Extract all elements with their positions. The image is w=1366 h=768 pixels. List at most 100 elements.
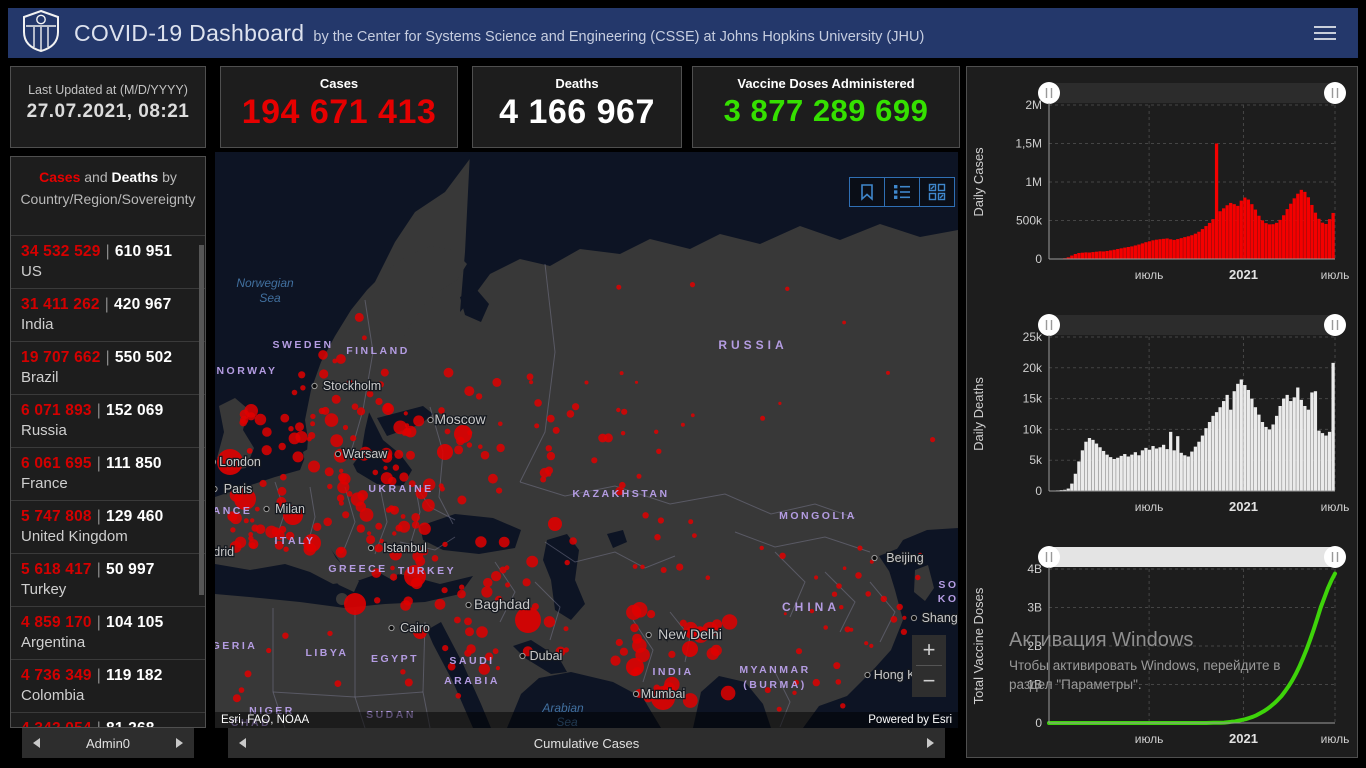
country-list-title: Cases and Deaths by Country/Region/Sover…: [11, 157, 205, 216]
next-arrow-icon[interactable]: [176, 738, 183, 748]
daily-deaths-chart: июль 2021 июль 0 5k 10k 15k 20k 25k Daily Deaths: [967, 299, 1357, 529]
svg-text:NORWAY: NORWAY: [216, 365, 277, 377]
daily-cases-plot[interactable]: июль 2021 июль 0 500k 1M 1,5M 2M Daily Cases: [967, 67, 1357, 297]
daily-cases-chart: июль 2021 июль 0 500k 1M 1,5M 2M Daily Cases: [967, 67, 1357, 297]
title-cases-word: Cases: [39, 169, 81, 185]
svg-text:GREECE: GREECE: [328, 563, 387, 575]
list-item[interactable]: 31 411 262 | 420 967 India: [11, 288, 205, 341]
jhu-logo-icon: [22, 9, 60, 57]
bookmarks-button[interactable]: [849, 177, 885, 207]
svg-text:Beijing: Beijing: [886, 551, 924, 565]
list-item[interactable]: 6 071 893 | 152 069 Russia: [11, 394, 205, 447]
svg-text:SWEDEN: SWEDEN: [272, 339, 333, 351]
svg-text:ARABIA: ARABIA: [444, 675, 500, 687]
range-slider-handle[interactable]: [1324, 314, 1346, 336]
svg-text:(BURMA): (BURMA): [743, 679, 807, 691]
svg-text:LIBYA: LIBYA: [305, 647, 348, 659]
svg-text:Norwegian: Norwegian: [236, 276, 294, 290]
list-item[interactable]: 4 859 170 | 104 105 Argentina: [11, 606, 205, 659]
list-item[interactable]: 5 618 417 | 50 997 Turkey: [11, 553, 205, 606]
app-header: COVID-19 Dashboard by the Center for Sys…: [8, 8, 1358, 58]
svg-text:июль: июль: [1135, 732, 1164, 746]
prev-arrow-icon[interactable]: [239, 738, 246, 748]
last-updated-value: 27.07.2021, 08:21: [26, 101, 190, 122]
svg-text:RUSSIA: RUSSIA: [718, 338, 787, 352]
total-vaccine-doses-chart: июль 2021 июль 0 1B 2B 3B 4B Total Vaccine Doses: [967, 531, 1357, 761]
svg-text:KOREA: KOREA: [938, 593, 958, 605]
svg-text:Istanbul: Istanbul: [383, 541, 427, 555]
daily-deaths-plot[interactable]: июль 2021 июль 0 5k 10k 15k 20k 25k Daily Deaths: [967, 299, 1357, 529]
svg-text:25k: 25k: [1023, 330, 1043, 344]
svg-text:июль: июль: [1321, 500, 1350, 514]
svg-text:TURKEY: TURKEY: [398, 565, 456, 577]
prev-arrow-icon[interactable]: [33, 738, 40, 748]
zoom-out-button[interactable]: −: [912, 666, 946, 696]
svg-text:2M: 2M: [1025, 98, 1042, 112]
svg-text:Cairo: Cairo: [400, 621, 430, 635]
map-toolbar: [849, 177, 955, 207]
list-item[interactable]: 4 736 349 | 119 182 Colombia: [11, 659, 205, 712]
svg-text:0: 0: [1035, 252, 1042, 266]
range-slider-handle[interactable]: [1324, 546, 1346, 568]
list-item[interactable]: 6 061 695 | 111 850 France: [11, 447, 205, 500]
svg-text:0: 0: [1035, 716, 1042, 730]
svg-text:4B: 4B: [1027, 562, 1042, 576]
svg-text:500k: 500k: [1016, 214, 1043, 228]
title-deaths-word: Deaths: [111, 169, 159, 185]
svg-text:EGYPT: EGYPT: [371, 653, 419, 665]
svg-text:SAUDI: SAUDI: [449, 655, 494, 667]
svg-text:Madrid: Madrid: [215, 545, 234, 559]
svg-text:Milan: Milan: [275, 502, 305, 516]
zoom-in-button[interactable]: +: [912, 635, 946, 665]
menu-button[interactable]: [1314, 26, 1336, 40]
svg-text:FRANCE: FRANCE: [215, 505, 252, 517]
charts-panel: июль 2021 июль 0 500k 1M 1,5M 2M Daily Cases июл…: [966, 66, 1358, 758]
country-list: 34 532 529 | 610 951 US 31 411 262 | 420 967 In…: [11, 235, 205, 727]
last-updated-label: Last Updated at (M/D/YYYY): [28, 83, 188, 97]
attribution-text: Esri, FAO, NOAA: [221, 714, 310, 726]
vaccine-panel: Vaccine Doses Administered 3 877 289 699: [692, 66, 960, 148]
map-layer-label: Cumulative Cases: [533, 735, 640, 751]
svg-text:UKRAINE: UKRAINE: [368, 483, 433, 495]
last-updated-panel: Last Updated at (M/D/YYYY) 27.07.2021, 0…: [10, 66, 206, 148]
list-item[interactable]: 5 747 808 | 129 460 United Kingdom: [11, 500, 205, 553]
map-attribution: Esri, FAO, NOAA Powered by Esri: [215, 712, 958, 728]
list-item[interactable]: 34 532 529 | 610 951 US: [11, 235, 205, 288]
svg-text:5k: 5k: [1029, 453, 1043, 467]
legend-button[interactable]: [884, 177, 920, 207]
svg-text:KAZAKHSTAN: KAZAKHSTAN: [572, 488, 669, 500]
range-slider-handle[interactable]: [1324, 82, 1346, 104]
svg-text:июль: июль: [1135, 268, 1164, 282]
next-arrow-icon[interactable]: [927, 738, 934, 748]
svg-text:New Delhi: New Delhi: [658, 626, 722, 642]
svg-text:MYANMAR: MYANMAR: [739, 664, 810, 676]
svg-text:10k: 10k: [1023, 422, 1043, 436]
svg-text:20k: 20k: [1023, 361, 1043, 375]
map-layer-pager[interactable]: Cumulative Cases: [228, 728, 945, 758]
map-zoom-control: + −: [912, 635, 946, 697]
svg-text:CHINA: CHINA: [782, 600, 840, 614]
svg-text:2021: 2021: [1229, 267, 1258, 282]
svg-text:июль: июль: [1321, 732, 1350, 746]
total-vaccine-doses-plot[interactable]: июль 2021 июль 0 1B 2B 3B 4B Total Vaccine Doses: [967, 531, 1357, 761]
svg-text:2021: 2021: [1229, 499, 1258, 514]
basemap-button[interactable]: [919, 177, 955, 207]
svg-text:Mumbai: Mumbai: [641, 687, 685, 701]
svg-text:Baghdad: Baghdad: [474, 596, 530, 612]
vaccine-label: Vaccine Doses Administered: [737, 76, 915, 91]
svg-text:0: 0: [1035, 484, 1042, 498]
svg-text:1M: 1M: [1025, 175, 1042, 189]
list-item[interactable]: 19 707 662 | 550 502 Brazil: [11, 341, 205, 394]
cases-value: 194 671 413: [241, 93, 437, 131]
svg-text:MONGOLIA: MONGOLIA: [779, 510, 857, 522]
list-item[interactable]: 4 342 054|81 268Spain: [11, 712, 205, 727]
svg-text:FINLAND: FINLAND: [346, 345, 410, 357]
svg-text:3B: 3B: [1027, 601, 1042, 615]
admin-level-pager[interactable]: Admin0: [22, 728, 194, 758]
scrollbar-thumb[interactable]: [199, 245, 204, 595]
svg-text:июль: июль: [1135, 500, 1164, 514]
svg-text:Dubai: Dubai: [530, 649, 563, 663]
map[interactable]: NorwegianSeaArabianSeaNORWAYSWEDENFINLAN…: [215, 152, 958, 728]
country-list-panel: Cases and Deaths by Country/Region/Sover…: [10, 156, 206, 728]
svg-text:Total Vaccine Doses: Total Vaccine Doses: [971, 587, 986, 704]
